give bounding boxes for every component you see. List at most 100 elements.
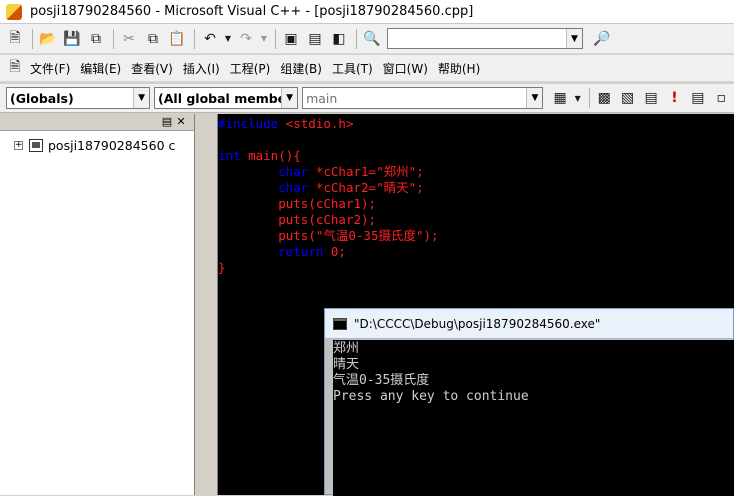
chevron-down-icon[interactable]: ▼ [566,29,582,48]
code-token: char [278,180,316,195]
code-line: int main(){ [218,148,734,164]
title-bar: posji18790284560 - Microsoft Visual C++ … [0,0,734,24]
code-token: } [218,260,226,275]
toolbar-separator [588,88,590,108]
editor-gutter [196,114,218,495]
class-combo[interactable]: (Globals) ▼ [6,87,151,109]
filter-combo[interactable]: (All global members ▼ [154,87,299,109]
menu-help[interactable]: 帮助(H) [438,60,480,77]
expand-icon[interactable]: + [14,141,23,150]
console-line: 气温0-35摄氏度 [333,373,430,388]
execute-icon[interactable]: ! [664,87,685,109]
menu-project[interactable]: 工程(P) [230,60,271,77]
code-line: } [218,260,734,276]
toolbar-separator [194,28,195,49]
console-window[interactable]: "D:\CCCC\Debug\posji18790284560.exe" 郑州 … [324,308,734,496]
build-icon[interactable]: ▧ [617,87,638,109]
close-icon[interactable]: ✕ [174,115,188,129]
wizard-action-dropdown-icon[interactable]: ▼ [573,87,583,109]
code-token: puts(cChar2); [278,212,377,227]
workspace-header: ▤ ✕ [0,114,194,131]
code-token: <stdio.h> [285,116,354,131]
compile-icon[interactable]: ▩ [594,87,615,109]
redo-dropdown-icon[interactable]: ▼ [259,28,269,50]
workspace-window-icon[interactable]: ▣ [280,28,302,50]
open-folder-icon[interactable]: 📂 [37,28,59,50]
menu-edit[interactable]: 编辑(E) [80,60,121,77]
project-tree-item[interactable]: + posji18790284560 c [14,138,175,153]
wizard-bar: (Globals) ▼ (All global members ▼ main ▼… [0,84,734,113]
console-title-bar[interactable]: "D:\CCCC\Debug\posji18790284560.exe" [325,309,733,339]
breakpoint-icon[interactable]: ▫ [711,87,732,109]
stop-build-icon[interactable]: ▤ [640,87,661,109]
paste-icon[interactable]: 📋 [166,28,188,50]
code-line: #include <stdio.h> [218,116,734,132]
output-window-icon[interactable]: ▤ [304,28,326,50]
menu-build[interactable]: 组建(B) [280,60,322,77]
save-icon[interactable]: 💾 [61,28,83,50]
project-icon [29,139,43,152]
window-list-icon[interactable]: ◧ [328,28,350,50]
restore-icon[interactable]: ▤ [160,115,174,129]
find-in-files-icon[interactable]: 🔍 [361,28,383,50]
chevron-down-icon[interactable]: ▼ [133,88,150,108]
chevron-down-icon[interactable]: ▼ [526,88,543,108]
code-token: 0; [330,244,346,259]
wizard-action-icon[interactable]: ▦ [549,87,570,109]
code-token: main(){ [248,148,301,163]
menu-window[interactable]: 窗口(W) [383,60,428,77]
code-token: puts("气温0-35摄氏度"); [278,228,439,243]
class-combo-value: (Globals) [10,90,74,106]
code-token: #include [218,116,286,131]
menu-file[interactable]: 文件(F) [30,60,70,77]
find-combo[interactable]: ▼ [387,28,583,49]
toolbar-separator [356,28,357,49]
console-output: 郑州 晴天 气温0-35摄氏度 Press any key to continu… [333,340,734,496]
toolbar-separator [113,28,114,49]
copy-icon[interactable]: ⧉ [142,28,164,50]
redo-icon[interactable]: ↷ [235,28,257,50]
toolbar-separator [275,28,276,49]
menu-bar: 🗎 文件(F) 编辑(E) 查看(V) 插入(I) 工程(P) 组建(B) 工具… [0,55,734,82]
chevron-down-icon[interactable]: ▼ [281,88,298,108]
code-token: int [218,148,249,163]
code-line: puts(cChar1); [218,196,734,212]
undo-dropdown-icon[interactable]: ▼ [223,28,233,50]
find-icon[interactable]: 🔎 [591,28,613,50]
console-line: 郑州 [333,341,360,356]
code-line: puts("气温0-35摄氏度"); [218,228,734,244]
code-line: puts(cChar2); [218,212,734,228]
code-token: return [278,244,331,259]
menu-insert[interactable]: 插入(I) [183,60,220,77]
member-combo-value: main [306,90,338,106]
console-icon [333,317,347,330]
go-icon[interactable]: ▤ [687,87,708,109]
new-file-icon[interactable]: 🗎 [4,28,26,50]
filter-combo-value: (All global members [158,90,299,106]
code-line: char *cChar1="郑州"; [218,164,734,180]
toolbar-separator [32,28,33,49]
visual-cpp-app-icon [6,3,22,20]
menu-tools[interactable]: 工具(T) [332,60,373,77]
cut-icon[interactable]: ✂ [118,28,140,50]
menu-view[interactable]: 查看(V) [131,60,173,77]
code-token: puts(cChar1); [278,196,377,211]
save-all-icon[interactable]: ⧉ [85,28,107,50]
workspace-pane: ▤ ✕ + posji18790284560 c [0,114,195,495]
console-title: "D:\CCCC\Debug\posji18790284560.exe" [354,316,601,331]
member-combo[interactable]: main ▼ [302,87,544,109]
standard-toolbar: 🗎 📂 💾 ⧉ ✂ ⧉ 📋 ↶ ▼ ↷ ▼ ▣ ▤ ◧ 🔍 ▼ 🔎 [0,24,734,54]
project-name: posji18790284560 c [48,138,176,153]
console-line: Press any key to continue [333,389,529,404]
console-line: 晴天 [333,357,360,372]
code-token: *cChar2="晴天"; [315,180,424,195]
code-line: char *cChar2="晴天"; [218,180,734,196]
undo-icon[interactable]: ↶ [199,28,221,50]
window-title: posji18790284560 - Microsoft Visual C++ … [30,4,474,19]
